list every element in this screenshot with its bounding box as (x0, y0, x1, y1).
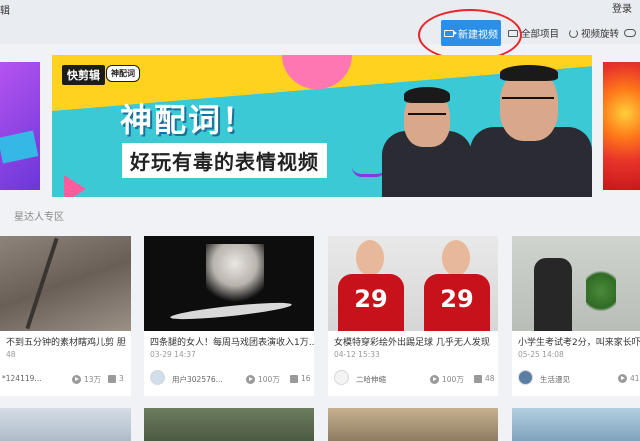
video-title[interactable]: 四条腿的女人！每周马戏团表演收入1万... (150, 335, 314, 348)
play-count: 13万 (72, 374, 101, 385)
app-logo-fragment: 辑 (0, 6, 10, 17)
video-card[interactable]: 29 29 女模特穿彩绘外出踢足球 几乎无人发现 04-12 15:33 二哈伸… (328, 236, 498, 396)
glasses-icon (408, 113, 446, 119)
thumbnail-detail (356, 240, 384, 276)
banner-headline-1: 神配词！ (120, 101, 257, 139)
folder-icon (508, 29, 518, 37)
video-rotate-label: 视频旋转 (581, 29, 620, 40)
all-projects-label: 全部项目 (521, 29, 560, 40)
video-date: 04-12 15:33 (334, 350, 380, 359)
video-card-thumbnail[interactable] (512, 408, 640, 441)
banner-squiggle (352, 167, 386, 177)
banner-headline-2: 好玩有毒的表情视频 (122, 143, 327, 178)
thumbnail-detail (442, 240, 470, 276)
video-date: 48 (6, 350, 16, 359)
video-date: 03-29 14:37 (150, 350, 196, 359)
jersey-number: 29 (424, 274, 490, 331)
play-count: 100万 (430, 374, 464, 385)
like-count: 3 (108, 374, 124, 383)
video-author[interactable]: 生活漫见 (540, 374, 570, 385)
like-count-value: 16 (301, 374, 311, 383)
carousel-prev-slide[interactable] (0, 62, 40, 190)
play-count-icon (618, 374, 627, 383)
video-author[interactable]: 用户302576... (172, 374, 223, 385)
video-title[interactable]: 小学生考试考2分，叫来家长吓坏 (518, 335, 640, 348)
play-count: 41 (618, 374, 640, 383)
play-count-icon (430, 375, 439, 384)
section-title: 星达人专区 (14, 212, 64, 223)
avatar[interactable] (518, 370, 533, 385)
thumbnail-detail (206, 244, 264, 310)
video-rotate-button[interactable]: 视频旋转 (569, 20, 619, 46)
video-title[interactable]: 不到五分钟的素材瞎鸡儿剪 胆 (6, 335, 126, 348)
play-count-value: 100万 (258, 375, 280, 384)
banner-person-left (382, 87, 472, 197)
jersey-number: 29 (338, 274, 404, 331)
carousel-next-slide[interactable] (603, 62, 640, 190)
banner-brand-logo: 快剪辑 (62, 65, 105, 85)
like-icon (290, 374, 298, 383)
video-card-thumbnail[interactable] (0, 408, 131, 441)
banner-person-right (470, 65, 592, 197)
video-card[interactable]: 小学生考试考2分，叫来家长吓坏 05-25 14:08 生活漫见 41 (512, 236, 640, 396)
video-author[interactable]: 二哈伸缩 (356, 374, 386, 385)
video-card[interactable]: 四条腿的女人！每周马戏团表演收入1万... 03-29 14:37 用户3025… (144, 236, 314, 396)
avatar[interactable] (150, 370, 165, 385)
play-count-value: 41 (630, 374, 640, 383)
new-video-button[interactable]: 新建视频 (441, 20, 501, 46)
like-count-value: 3 (119, 374, 124, 383)
rotate-icon (569, 28, 578, 38)
video-camera-icon (444, 29, 457, 37)
thumbnail-detail (25, 237, 59, 330)
video-thumbnail[interactable] (0, 236, 131, 331)
play-triangle-icon (64, 175, 86, 197)
video-title[interactable]: 女模特穿彩绘外出踢足球 几乎无人发现 (334, 335, 490, 348)
video-author[interactable]: *124119... (2, 374, 42, 383)
thumbnail-detail (586, 266, 616, 316)
play-count: 100万 (246, 374, 280, 385)
like-count: 48 (474, 374, 495, 383)
cloud-download-icon (624, 29, 636, 37)
play-count-value: 13万 (84, 375, 102, 384)
video-card[interactable]: 不到五分钟的素材瞎鸡儿剪 胆 48 *124119... 13万 3 (0, 236, 131, 396)
login-link[interactable]: 登录 (612, 0, 632, 15)
banner-brand-tag: 神配词 (106, 65, 140, 82)
video-card-thumbnail[interactable] (328, 408, 498, 441)
like-count-value: 48 (485, 374, 495, 383)
person-hair (500, 65, 558, 81)
new-video-label: 新建视频 (458, 29, 498, 41)
glasses-icon (502, 97, 554, 103)
play-count-icon (246, 375, 255, 384)
avatar[interactable] (334, 370, 349, 385)
play-count-icon (72, 375, 81, 384)
person-hair (404, 87, 450, 103)
like-icon (474, 374, 482, 383)
video-date: 05-25 14:08 (518, 350, 564, 359)
play-count-value: 100万 (442, 375, 464, 384)
video-thumbnail[interactable] (144, 236, 314, 331)
download-button[interactable] (624, 20, 636, 46)
all-projects-button[interactable]: 全部项目 (508, 20, 559, 46)
like-count: 16 (290, 374, 311, 383)
clapperboard-icon (0, 130, 39, 164)
banner-slide[interactable]: 快剪辑 神配词 神配词！ 好玩有毒的表情视频 (52, 55, 592, 197)
video-thumbnail[interactable]: 29 29 (328, 236, 498, 331)
video-thumbnail[interactable] (512, 236, 640, 331)
thumbnail-detail (534, 258, 572, 331)
video-card-thumbnail[interactable] (144, 408, 314, 441)
like-icon (108, 374, 116, 383)
